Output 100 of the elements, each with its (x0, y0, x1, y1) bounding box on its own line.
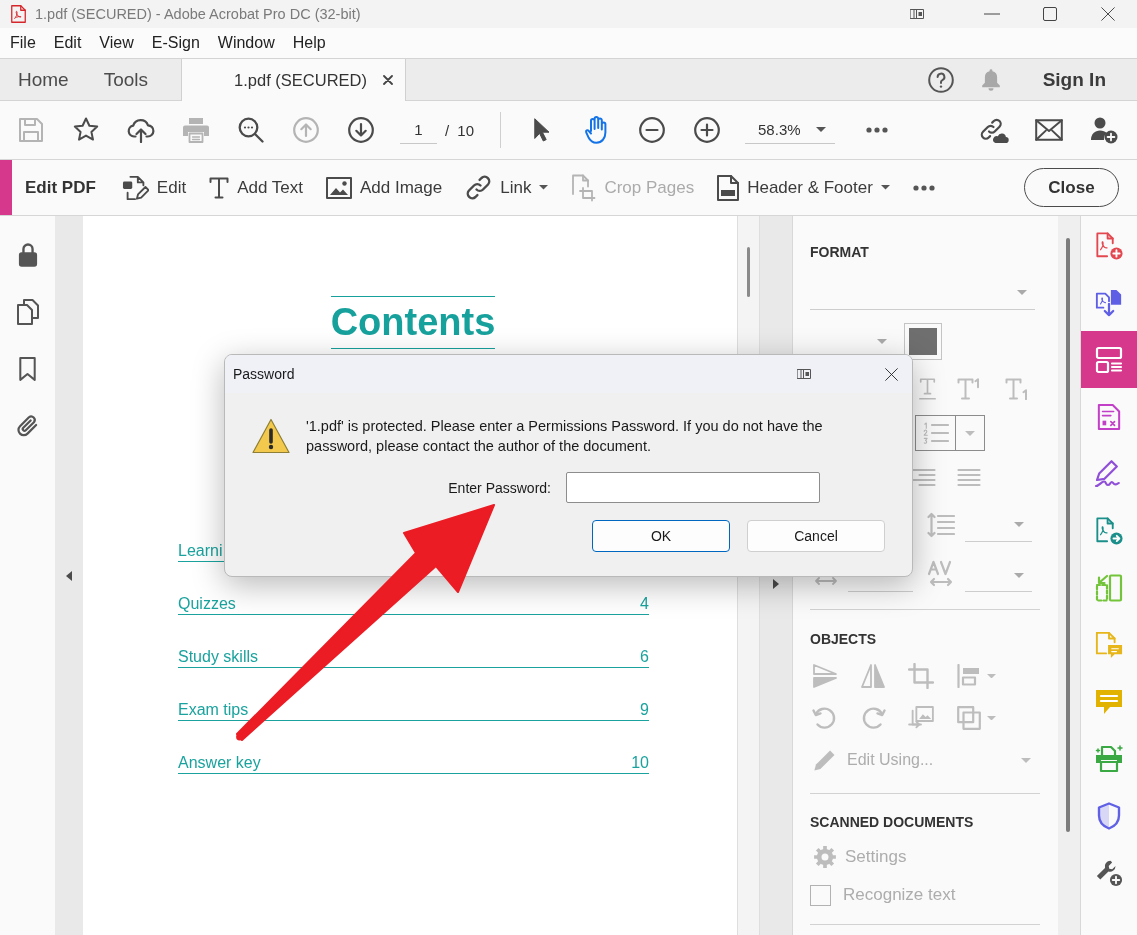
more-icon[interactable] (912, 184, 935, 191)
pointer-icon[interactable] (533, 118, 550, 142)
dialog-message: '1.pdf' is protected. Please enter a Permissions Password. If you do not have the password, please contact the author of the document. (306, 417, 824, 456)
checkbox-label: Recognize text (843, 885, 956, 905)
lock-icon[interactable] (17, 241, 38, 268)
document-pencil-icon (121, 174, 149, 201)
section-heading: OBJECTS (810, 630, 878, 648)
caret-icon (880, 185, 890, 190)
zoom-dropdown[interactable]: 58.3% (745, 116, 836, 144)
overlapping-squares-icon (957, 706, 981, 730)
close-icon[interactable] (1101, 7, 1115, 21)
tool-title: Edit PDF (25, 177, 96, 198)
window-title: 1.pdf (SECURED) - Adobe Acrobat Pro DC (32-bit) (35, 6, 361, 22)
small-window-icon (797, 369, 811, 379)
arrow-down-circle-icon[interactable] (347, 117, 374, 143)
user-plus-icon[interactable] (1089, 116, 1118, 144)
bell-icon[interactable] (981, 68, 1000, 91)
toc-entry: Learni (178, 541, 223, 560)
toc-entry: Quizzes (178, 594, 236, 613)
caret-icon (816, 127, 827, 132)
chain-cloud-icon[interactable] (978, 116, 1009, 144)
caret-right-icon[interactable] (773, 579, 779, 589)
document-comment-icon (1095, 630, 1123, 659)
toc-entry: Exam tips (178, 700, 249, 719)
help-icon[interactable] (927, 66, 954, 93)
sign-in-button[interactable]: Sign In (1042, 68, 1106, 91)
text-icon (209, 176, 230, 199)
scrollbar-thumb[interactable] (747, 247, 750, 297)
caret-icon (1017, 290, 1027, 295)
menu-item[interactable]: Help (292, 34, 326, 52)
toc-entry: Answer key (178, 753, 261, 772)
warning-icon (252, 418, 290, 454)
image-icon (326, 176, 352, 199)
form-icon (1097, 402, 1121, 431)
tab[interactable]: Home (0, 59, 86, 100)
printer-sparkle-icon (1094, 744, 1124, 773)
section-heading: SCANNED DOCUMENTS (810, 813, 975, 831)
toc-entry: Study skills (178, 647, 259, 666)
page-number: 6 (640, 647, 649, 666)
plus-circle-icon[interactable] (693, 117, 720, 143)
tab[interactable]: Tools (85, 59, 166, 100)
add-text-button[interactable]: Add Text (209, 176, 303, 199)
add-image-button[interactable]: Add Image (326, 176, 443, 199)
pdf-plus-icon (1095, 231, 1123, 260)
star-icon[interactable] (72, 117, 99, 143)
caret-icon (1021, 757, 1031, 763)
menu-item[interactable]: View (99, 34, 134, 52)
close-icon[interactable] (383, 75, 394, 85)
small-window-icon (910, 9, 924, 19)
section-heading: FORMAT (810, 243, 870, 261)
more-icon[interactable] (865, 127, 888, 133)
accent-bar (0, 160, 12, 215)
wrench-plus-icon (1095, 858, 1123, 887)
document-download-icon (1095, 288, 1123, 317)
menu-item[interactable]: Edit (53, 34, 82, 52)
search-icon[interactable] (237, 117, 264, 143)
password-field[interactable] (566, 472, 820, 503)
document-heading: Contents (330, 296, 496, 349)
envelope-icon[interactable] (1034, 119, 1063, 141)
menu-item[interactable]: E-Sign (151, 34, 200, 52)
chain-link-icon (465, 174, 493, 201)
cloud-upload-icon[interactable] (126, 117, 155, 143)
menu-item[interactable]: File (10, 34, 36, 52)
scrollbar-thumb[interactable] (1066, 238, 1070, 832)
edit-button[interactable]: Edit (121, 174, 187, 201)
paperclip-icon[interactable] (16, 413, 39, 438)
shield-icon (1097, 801, 1121, 830)
caret-icon (877, 339, 887, 344)
page-number-field[interactable]: 1 (400, 116, 437, 144)
caret-icon (1014, 522, 1024, 527)
page-count: / 10 (445, 121, 475, 139)
close-button[interactable]: Close (1024, 168, 1119, 207)
caret-icon (1014, 573, 1024, 578)
cancel-button[interactable]: Cancel (747, 520, 885, 552)
align-left-icon (957, 664, 981, 688)
header-footer-button[interactable]: Header & Footer (717, 174, 890, 201)
close-icon[interactable] (884, 367, 898, 381)
page-number: 9 (640, 700, 649, 719)
pages-icon[interactable] (16, 298, 39, 325)
pdf-arrow-icon (1095, 516, 1123, 545)
field-label: Enter Password: (448, 479, 551, 496)
pdf-file-icon (11, 5, 26, 23)
edit-pdf-button[interactable] (1081, 331, 1137, 388)
comment-icon (1095, 687, 1123, 716)
caret-icon (965, 430, 975, 436)
page-number: 4 (640, 594, 649, 613)
ok-button[interactable]: OK (592, 520, 730, 552)
minus-circle-icon[interactable] (638, 117, 665, 143)
caret-icon (987, 673, 996, 679)
page-number: 10 (631, 753, 649, 772)
maximize-icon[interactable] (1043, 7, 1057, 21)
compare-pages-icon (1095, 573, 1123, 602)
link-button[interactable]: Link (465, 174, 549, 201)
menu-item[interactable]: Window (217, 34, 275, 52)
bookmark-icon[interactable] (19, 356, 36, 381)
pencil-icon (813, 748, 837, 772)
caret-left-icon[interactable] (66, 571, 72, 581)
document-icon (717, 174, 740, 201)
layout-icon (1095, 345, 1123, 374)
tab[interactable]: 1.pdf (SECURED) (181, 59, 407, 101)
